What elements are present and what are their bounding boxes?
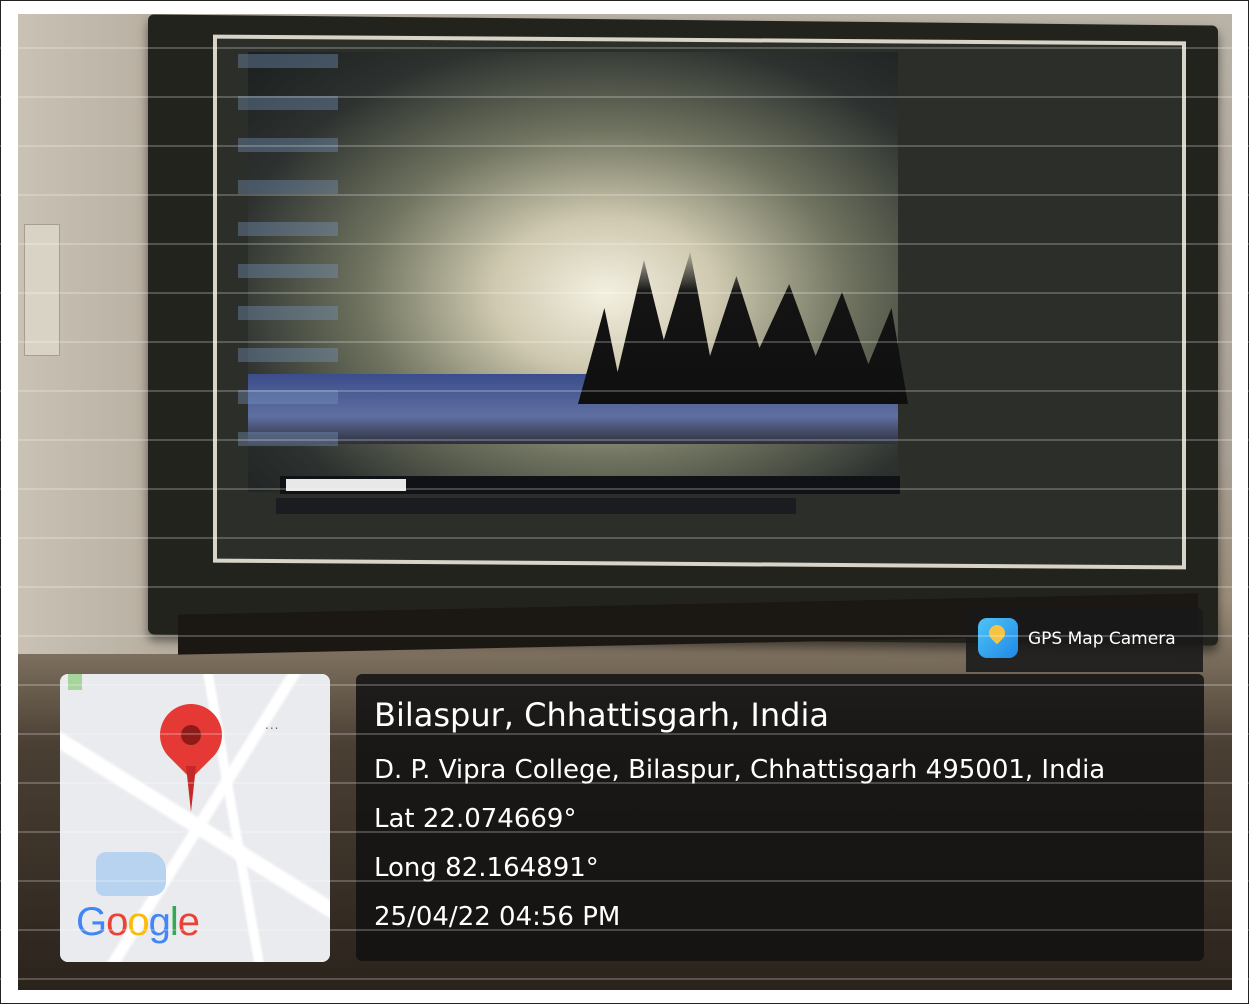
gps-map-camera-badge: GPS Map Camera [966, 608, 1203, 672]
longitude-line: Long 82.164891° [374, 853, 599, 883]
latitude-line: Lat 22.074669° [374, 804, 577, 834]
gps-map-camera-app-icon [978, 618, 1018, 658]
location-pin-dot [181, 725, 201, 745]
more-options-icon: ... [265, 718, 280, 732]
wall-switch-board [24, 224, 60, 356]
map-park [68, 674, 82, 690]
location-info-panel: Bilaspur, Chhattisgarh, India D. P. Vipr… [356, 674, 1204, 961]
address-line: D. P. Vipra College, Bilaspur, Chhattisg… [374, 755, 1106, 785]
map-water [96, 852, 166, 896]
map-pin-icon [985, 621, 1009, 645]
map-thumbnail: ... Google [60, 674, 330, 962]
city-line: Bilaspur, Chhattisgarh, India [374, 696, 829, 734]
badge-label: GPS Map Camera [1028, 629, 1176, 649]
datetime-line: 25/04/22 04:56 PM [374, 902, 621, 932]
google-logo: Google [76, 900, 200, 944]
desktop-icons [238, 54, 338, 474]
location-pin-tail [186, 766, 196, 812]
presentation-toolbar [276, 498, 796, 514]
taskbar-search-box [286, 479, 406, 491]
